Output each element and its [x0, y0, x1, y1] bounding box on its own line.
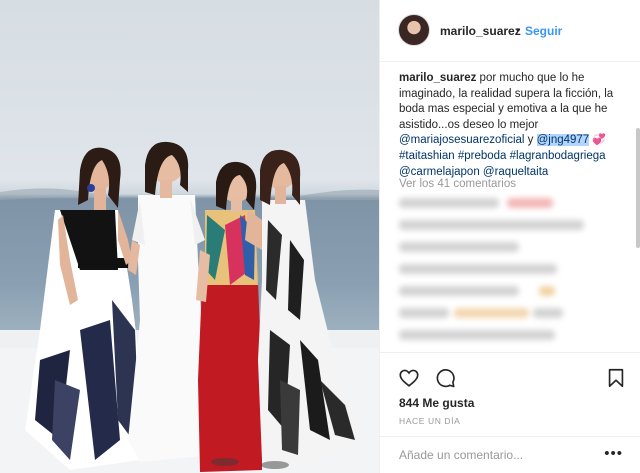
- view-all-comments-link[interactable]: Ver los 41 comentarios: [399, 178, 516, 190]
- comment-bubble-icon[interactable]: [434, 367, 456, 389]
- post-caption: marilo_suarez por mucho que lo he imagin…: [399, 71, 625, 180]
- caption-mention-jng[interactable]: @jng4977: [536, 134, 590, 147]
- more-options-icon[interactable]: •••: [604, 445, 623, 462]
- caption-hashtags[interactable]: #taitashian #preboda #lagranbodagriega: [399, 150, 606, 162]
- bookmark-icon[interactable]: [605, 367, 627, 389]
- post-photo[interactable]: [0, 0, 379, 473]
- post-side-panel: marilo_suarez • Seguir marilo_suarez por…: [379, 0, 640, 473]
- caption-joiner: y: [524, 134, 537, 147]
- caption-username[interactable]: marilo_suarez: [399, 72, 476, 84]
- post-time-ago: HACE UN DÍA: [399, 416, 461, 426]
- woman-red-skirt: [196, 161, 262, 472]
- caption-mention-mariajose[interactable]: @mariajosesuarezoficial: [399, 134, 524, 146]
- two-hearts-emoji: 💞: [592, 134, 607, 147]
- add-comment-bar: •••: [380, 436, 640, 473]
- comments-scrollbar[interactable]: [635, 128, 640, 352]
- follow-button[interactable]: Seguir: [525, 24, 562, 38]
- post-header: marilo_suarez • Seguir: [380, 0, 640, 62]
- caption-mentions-line[interactable]: @carmelajapon @raqueltaita: [399, 166, 548, 178]
- add-comment-input[interactable]: [399, 446, 599, 464]
- header-separator: •: [516, 23, 521, 37]
- likes-count[interactable]: 844 Me gusta: [399, 396, 474, 410]
- header-username[interactable]: marilo_suarez: [440, 24, 521, 38]
- scrollbar-thumb[interactable]: [636, 128, 640, 248]
- comments-section[interactable]: marilo_suarez por mucho que lo he imagin…: [380, 62, 640, 352]
- avatar[interactable]: [398, 14, 430, 46]
- post-actions: 844 Me gusta HACE UN DÍA: [380, 352, 640, 440]
- post-photo-illustration: [0, 141, 379, 473]
- heart-outline-icon[interactable]: [398, 367, 420, 389]
